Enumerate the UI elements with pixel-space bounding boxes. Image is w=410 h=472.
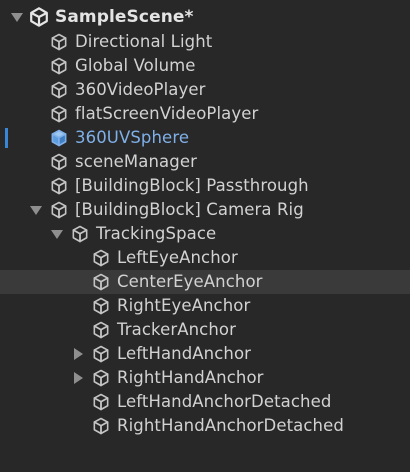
hierarchy-item-label: 360UVSphere [75,128,190,147]
hierarchy-item[interactable]: TrackingSpace [0,222,410,246]
hierarchy-item-label: LeftHandAnchorDetached [117,392,332,411]
gameobject-cube-icon [48,31,70,53]
hierarchy-item[interactable]: [BuildingBlock] Camera Rig [0,198,410,222]
gameobject-cube-icon [48,151,70,173]
hierarchy-item[interactable]: sceneManager [0,150,410,174]
chevron-down-icon[interactable] [50,227,64,241]
hierarchy-item-label: flatScreenVideoPlayer [75,104,259,123]
gameobject-cube-icon [48,175,70,197]
hierarchy-item[interactable]: TrackerAnchor [0,318,410,342]
hierarchy-item[interactable]: Global Volume [0,54,410,78]
hierarchy-item[interactable]: Directional Light [0,30,410,54]
hierarchy-item[interactable]: LeftHandAnchor [0,342,410,366]
hierarchy-item[interactable]: CenterEyeAnchor [0,270,410,294]
scene-foldout-chevron-down-icon[interactable] [10,10,24,24]
hierarchy-item-label: LeftHandAnchor [117,344,252,363]
hierarchy-item-label: Global Volume [75,56,196,75]
gameobject-cube-icon [90,367,112,389]
gameobject-cube-icon [48,103,70,125]
scene-title: SampleScene* [55,7,194,27]
hierarchy-item-label: RightHandAnchorDetached [117,416,344,435]
hierarchy-item-label: RightEyeAnchor [117,296,251,315]
hierarchy-item[interactable]: RightHandAnchorDetached [0,414,410,438]
hierarchy-item[interactable]: 360VideoPlayer [0,78,410,102]
gameobject-cube-icon [90,247,112,269]
unity-logo-icon [28,6,50,28]
gameobject-cube-icon [90,295,112,317]
scene-header-row[interactable]: SampleScene* [0,3,410,31]
gameobject-cube-icon [48,79,70,101]
hierarchy-item-label: [BuildingBlock] Passthrough [75,176,309,195]
gameobject-cube-icon [69,223,91,245]
gameobject-cube-icon-blue [48,127,70,149]
hierarchy-item[interactable]: LeftEyeAnchor [0,246,410,270]
gameobject-cube-icon [90,319,112,341]
hierarchy-item-label: TrackingSpace [96,224,217,243]
gameobject-cube-icon [90,415,112,437]
gameobject-cube-icon [90,343,112,365]
hierarchy-item-label: [BuildingBlock] Camera Rig [75,200,304,219]
gameobject-cube-icon [90,271,112,293]
hierarchy-item[interactable]: flatScreenVideoPlayer [0,102,410,126]
chevron-right-icon[interactable] [71,347,85,361]
chevron-down-icon[interactable] [29,203,43,217]
hierarchy-item-label: RightHandAnchor [117,368,264,387]
hierarchy-panel: SampleScene* Directional Light Global Vol… [0,0,410,472]
hierarchy-item-label: LeftEyeAnchor [117,248,238,267]
chevron-right-icon[interactable] [71,371,85,385]
hierarchy-item-label: sceneManager [75,152,197,171]
selection-indicator [5,128,8,148]
hierarchy-item-label: 360VideoPlayer [75,80,206,99]
hierarchy-item[interactable]: LeftHandAnchorDetached [0,390,410,414]
gameobject-cube-icon [48,55,70,77]
hierarchy-item[interactable]: 360UVSphere [0,126,410,150]
hierarchy-item-label: TrackerAnchor [117,320,236,339]
hierarchy-item[interactable]: [BuildingBlock] Passthrough [0,174,410,198]
hierarchy-item[interactable]: RightEyeAnchor [0,294,410,318]
gameobject-cube-icon [90,391,112,413]
hierarchy-item-label: Directional Light [75,32,213,51]
hierarchy-item-label: CenterEyeAnchor [117,272,263,291]
hierarchy-item[interactable]: RightHandAnchor [0,366,410,390]
gameobject-cube-icon [48,199,70,221]
